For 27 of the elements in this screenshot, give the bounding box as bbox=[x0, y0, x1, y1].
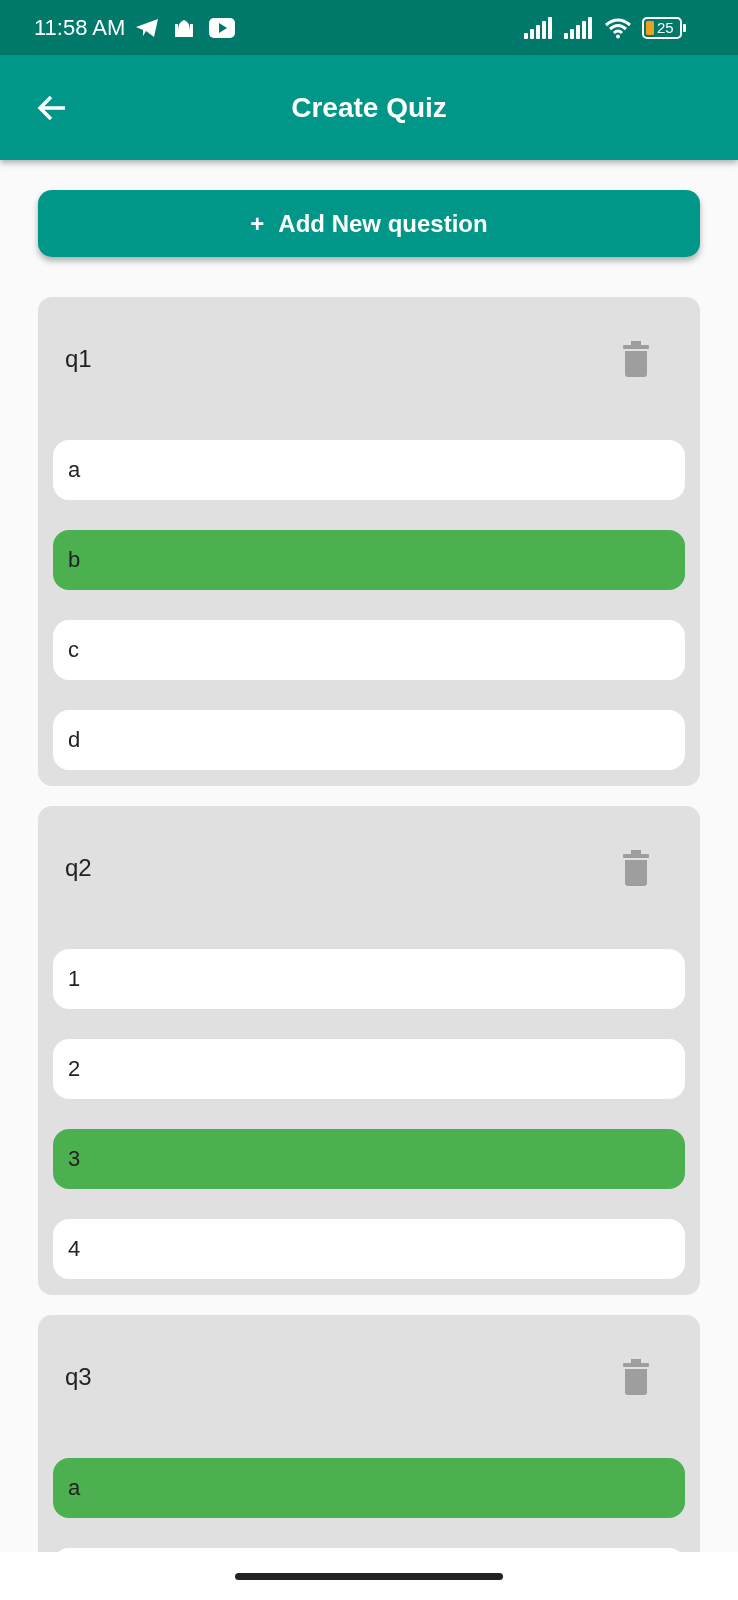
battery-percent: 25 bbox=[657, 18, 674, 37]
delete-icon[interactable] bbox=[623, 1358, 649, 1395]
answer-option[interactable]: c bbox=[53, 620, 685, 680]
paper-plane-icon bbox=[135, 17, 160, 38]
home-indicator[interactable] bbox=[235, 1572, 503, 1580]
question-text: q1 bbox=[65, 344, 92, 373]
answer-option[interactable]: a bbox=[53, 440, 685, 500]
battery-icon bbox=[642, 16, 686, 39]
answer-option[interactable]: 1 bbox=[53, 949, 685, 1009]
answer-option[interactable]: b bbox=[53, 530, 685, 590]
answer-option[interactable]: 4 bbox=[53, 1219, 685, 1279]
wifi-icon bbox=[604, 16, 632, 39]
add-question-button[interactable]: + Add New question bbox=[38, 190, 700, 257]
mosque-icon bbox=[175, 18, 194, 37]
status-time: 11:58 AM bbox=[34, 14, 126, 41]
play-icon bbox=[209, 17, 236, 38]
answer-option[interactable]: 2 bbox=[53, 1039, 685, 1099]
signal-icon bbox=[564, 16, 594, 39]
question-text: q2 bbox=[65, 853, 92, 882]
delete-icon[interactable] bbox=[623, 849, 649, 886]
delete-icon[interactable] bbox=[623, 340, 649, 377]
signal-icon bbox=[524, 16, 554, 39]
question-text: q3 bbox=[65, 1362, 92, 1391]
screen-title: Create Quiz bbox=[290, 91, 448, 124]
answer-option[interactable]: d bbox=[53, 710, 685, 770]
answer-option[interactable]: 3 bbox=[53, 1129, 685, 1189]
answer-option[interactable]: a bbox=[53, 1458, 685, 1518]
